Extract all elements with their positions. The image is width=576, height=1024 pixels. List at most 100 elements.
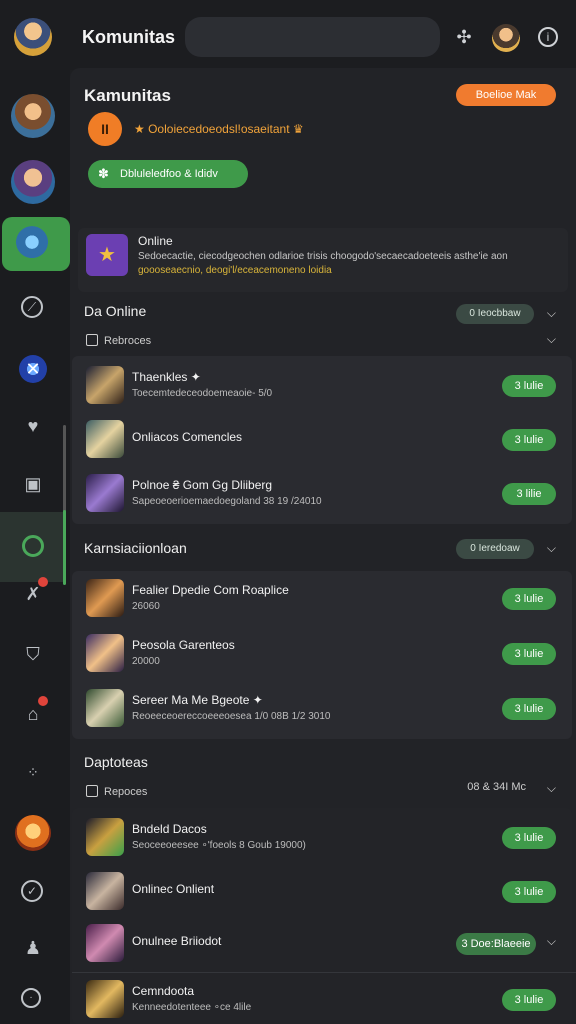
notification-badge: [38, 696, 48, 706]
section-meta: 08 & 34I Mc: [467, 781, 526, 793]
item-subtitle: 26060: [132, 601, 160, 612]
item-name: Bndeld Dacos: [132, 822, 207, 836]
item-name: Onulnee Briiodot: [132, 934, 222, 948]
join-button[interactable]: ✽ Dbluleledfoo & Ididv: [88, 160, 248, 188]
item-subtitle: Seoceeoeesee ∘'foeols 8 Goub 19000): [132, 840, 306, 851]
section-filter-pill[interactable]: 0 Ieocbbaw: [456, 304, 534, 324]
clock-icon[interactable]: ⟋: [21, 296, 43, 318]
online-icon: [22, 535, 44, 557]
item-thumbnail: [86, 924, 124, 962]
status-badge[interactable]: 3 lulie: [502, 698, 556, 720]
emblem-icon[interactable]: ✕: [19, 355, 47, 383]
person-icon[interactable]: ♟: [21, 936, 45, 960]
item-subtitle: Toecemtedeceodoemeaoie- 5/0: [132, 388, 273, 399]
item-subtitle: Reoeeceoereccoeeeoesea 1/0 08B 1/2 3010: [132, 711, 331, 722]
notification-badge: [38, 577, 48, 587]
list-item[interactable]: Cemndoota Kenneedotenteee ∘ce 4lile 3 lu…: [86, 974, 556, 1024]
server-icon: [16, 225, 48, 263]
app-title: Komunitas: [82, 27, 176, 47]
join-button-label: Dbluleledfoo & Ididv: [120, 168, 218, 180]
shield-icon[interactable]: ⛉: [21, 642, 45, 666]
chevron-down-icon[interactable]: ⌵: [547, 934, 556, 949]
item-thumbnail: [86, 474, 124, 512]
top-bar: Komunitas ✣ i: [0, 0, 576, 70]
item-name: Peosola Garenteos: [132, 638, 235, 652]
info-card[interactable]: ★ Online Sedoecactie, ciecodgeochen odla…: [78, 228, 568, 292]
status-badge[interactable]: 3 lilie: [502, 483, 556, 505]
sidebar-item-online[interactable]: [0, 512, 66, 582]
power-icon[interactable]: ·: [21, 988, 41, 1008]
item-name: Onlinec Onlient: [132, 882, 215, 896]
info-icon[interactable]: i: [538, 27, 558, 47]
item-subtitle: Kenneedotenteee ∘ce 4lile: [132, 1002, 252, 1013]
sidebar-item-guild[interactable]: [11, 160, 55, 204]
sidebar-item-active-server[interactable]: [2, 217, 70, 271]
list-item[interactable]: Onlinec Onlient 3 lulie: [86, 866, 556, 916]
item-subtitle: 20000: [132, 656, 160, 667]
item-thumbnail: [86, 420, 124, 458]
gear-icon: ✽: [98, 166, 109, 181]
list-item[interactable]: Polnoe ₴ Gom Gg Dliiberg Sapeoeoerioemae…: [86, 468, 556, 518]
check-icon[interactable]: ✓: [21, 880, 43, 902]
list-item[interactable]: Onulnee Briiodot 3 Doe:Blaeeie ⌵: [86, 918, 556, 968]
item-thumbnail: [86, 872, 124, 910]
chevron-down-icon[interactable]: ⌵: [547, 332, 556, 347]
section-title: Da Online: [84, 303, 147, 319]
status-badge[interactable]: 3 lulie: [502, 881, 556, 903]
item-thumbnail: [86, 980, 124, 1018]
sub-label: Rebroces: [86, 334, 151, 347]
orange-action-button[interactable]: Boelioe Mak: [456, 84, 556, 106]
list-panel: Bndeld Dacos Seoceeoeesee ∘'foeols 8 Gou…: [72, 808, 576, 1024]
status-badge[interactable]: 3 Doe:Blaeeie: [456, 933, 536, 955]
divider: [72, 972, 576, 973]
status-badge[interactable]: 3 lulie: [502, 827, 556, 849]
heart-icon[interactable]: ♥: [21, 414, 45, 438]
item-name: Cemndoota: [132, 984, 195, 998]
page-title: Kamunitas: [84, 86, 171, 105]
sidebar-item-fire[interactable]: [15, 815, 51, 851]
item-name: Thaenkles ✦: [132, 370, 201, 384]
sidebar-item-profile[interactable]: [11, 94, 55, 138]
main-panel: Kamunitas Boelioe Mak II ★ Ooloiecedoeod…: [70, 68, 576, 1024]
sidebar: ⟋ ✕ ♥ ▣ ✗ ⛉ ⌂ ⁘ ✓ ♟ ·: [0, 70, 70, 1024]
list-item[interactable]: Sereer Ma Me Bgeote ✦ Reoeeceoereccoeeeo…: [86, 683, 556, 733]
list-item[interactable]: Onliacos Comencles 3 lulie: [86, 414, 556, 464]
list-panel: Thaenkles ✦ Toecemtedeceodoemeaoie- 5/0 …: [72, 356, 572, 524]
list-item[interactable]: Fealier Dpedie Com Roaplice 26060 3 luli…: [86, 573, 556, 623]
item-thumbnail: [86, 366, 124, 404]
item-subtitle: Sapeoeoerioemaedoegoland 38 19 /24010: [132, 496, 322, 507]
info-description: Sedoecactie, ciecodgeochen odlarioe tris…: [138, 251, 508, 262]
item-thumbnail: [86, 818, 124, 856]
item-name: Onliacos Comencles: [132, 430, 243, 444]
chevron-down-icon[interactable]: ⌵: [547, 306, 556, 321]
status-badge[interactable]: 3 lulie: [502, 429, 556, 451]
section-title: Karnsiaciionloan: [84, 540, 187, 556]
profile-avatar[interactable]: [492, 24, 520, 52]
status-badge[interactable]: 3 lulie: [502, 643, 556, 665]
section-filter-pill[interactable]: 0 Ieredoaw: [456, 539, 534, 559]
status-badge[interactable]: 3 lulie: [502, 588, 556, 610]
info-link[interactable]: goooseaecnio, deogi'l/eceacemoneno loidi…: [138, 265, 332, 276]
chevron-down-icon[interactable]: ⌵: [547, 541, 556, 556]
scrollbar-thumb[interactable]: [63, 510, 66, 585]
status-badge[interactable]: 3 lulie: [502, 375, 556, 397]
status-badge[interactable]: 3 lulie: [502, 989, 556, 1011]
list-item[interactable]: Bndeld Dacos Seoceeoeesee ∘'foeols 8 Gou…: [86, 812, 556, 862]
ticket-icon[interactable]: ▣: [21, 472, 45, 496]
item-thumbnail: [86, 634, 124, 672]
checkbox-icon: [86, 334, 98, 346]
item-thumbnail: [86, 689, 124, 727]
sub-label: Repoces: [86, 785, 147, 798]
user-avatar[interactable]: [14, 18, 52, 56]
list-item[interactable]: Thaenkles ✦ Toecemtedeceodoemeaoie- 5/0 …: [86, 360, 556, 410]
list-item[interactable]: Peosola Garenteos 20000 3 lulie: [86, 628, 556, 678]
share-icon[interactable]: ✣: [453, 26, 475, 48]
checkbox-icon: [86, 785, 98, 797]
dots-icon[interactable]: ⁘: [21, 760, 45, 784]
highlight-text: ★ Ooloiecedoeodsl!osaeitant ♛: [134, 122, 304, 136]
status-icon: II: [88, 112, 122, 146]
search-input[interactable]: [185, 17, 440, 57]
list-panel: Fealier Dpedie Com Roaplice 26060 3 luli…: [72, 571, 572, 739]
chevron-down-icon[interactable]: ⌵: [547, 781, 556, 796]
star-icon: ★: [86, 234, 128, 276]
